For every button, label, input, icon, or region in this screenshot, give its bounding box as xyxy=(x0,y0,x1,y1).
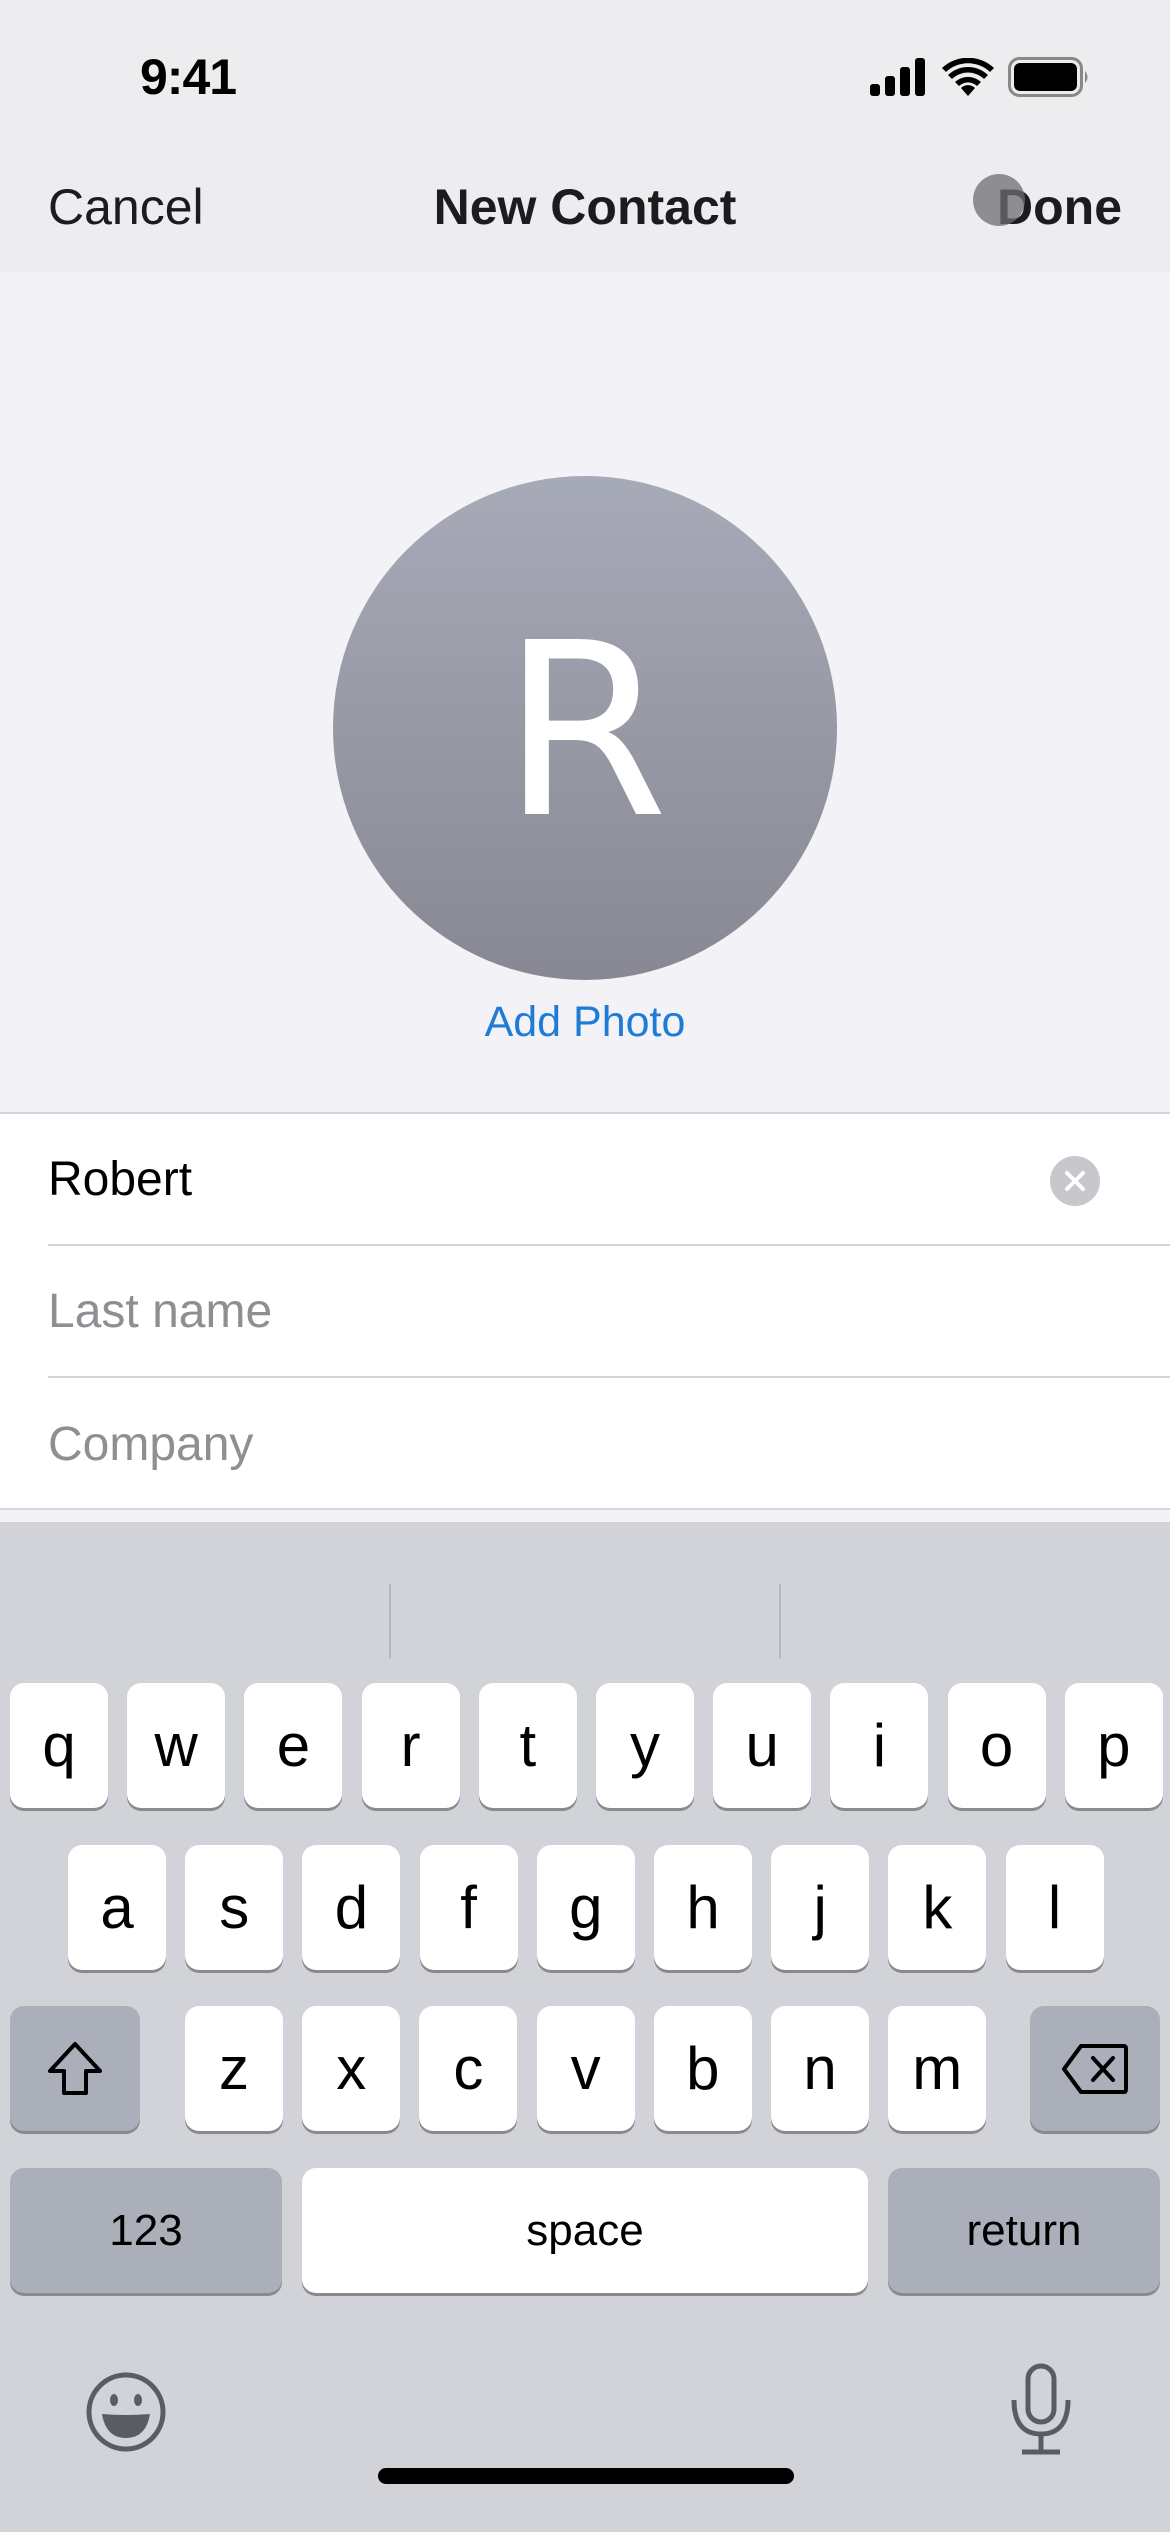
space-key[interactable]: space xyxy=(302,2168,868,2293)
key[interactable]: f xyxy=(419,1845,518,1970)
status-icons xyxy=(870,56,1090,98)
navigation-header: 9:41 Cancel New Contact Done xyxy=(0,0,1170,272)
key[interactable]: m xyxy=(888,2006,987,2131)
avatar[interactable]: R xyxy=(333,476,837,980)
key[interactable]: g xyxy=(536,1845,635,1970)
key[interactable]: o xyxy=(947,1683,1046,1808)
key[interactable]: q xyxy=(10,1683,108,1808)
cancel-button[interactable]: Cancel xyxy=(48,178,204,236)
company-row xyxy=(48,1378,1170,1510)
key[interactable]: z xyxy=(185,2006,283,2131)
emoji-icon[interactable] xyxy=(84,2370,168,2454)
home-indicator xyxy=(378,2468,794,2484)
first-name-field[interactable] xyxy=(48,1151,1028,1207)
status-time: 9:41 xyxy=(140,49,237,105)
key[interactable]: l xyxy=(1005,1845,1104,1970)
key[interactable]: u xyxy=(713,1683,812,1808)
wifi-icon xyxy=(942,58,994,96)
shift-icon xyxy=(48,2041,102,2095)
touch-indicator xyxy=(973,174,1025,226)
suggestion-divider xyxy=(389,1584,391,1658)
key[interactable]: j xyxy=(771,1845,870,1970)
key[interactable]: d xyxy=(302,1845,401,1970)
suggestion-divider xyxy=(779,1584,781,1658)
clear-icon xyxy=(1065,1171,1085,1191)
avatar-initial: R xyxy=(501,591,669,871)
key[interactable]: n xyxy=(771,2006,869,2131)
contact-form xyxy=(0,1112,1170,1510)
shift-key[interactable] xyxy=(10,2006,140,2131)
key[interactable]: b xyxy=(653,2006,752,2131)
key[interactable]: t xyxy=(478,1683,577,1808)
key[interactable]: i xyxy=(830,1683,929,1808)
backspace-icon xyxy=(1062,2043,1128,2094)
key[interactable]: r xyxy=(361,1683,460,1808)
battery-icon xyxy=(1008,57,1088,97)
return-key[interactable]: return xyxy=(888,2168,1160,2293)
first-name-row xyxy=(48,1114,1170,1246)
key[interactable]: h xyxy=(654,1845,752,1970)
key[interactable]: x xyxy=(302,2006,401,2131)
key[interactable]: p xyxy=(1064,1683,1163,1808)
key[interactable]: k xyxy=(888,1845,987,1970)
microphone-icon[interactable] xyxy=(1008,2362,1074,2458)
delete-key[interactable] xyxy=(1030,2006,1160,2131)
key[interactable]: a xyxy=(68,1845,166,1970)
add-photo-button[interactable]: Add Photo xyxy=(0,998,1170,1047)
key[interactable]: s xyxy=(185,1845,284,1970)
last-name-field[interactable] xyxy=(48,1283,1028,1339)
last-name-row xyxy=(48,1246,1170,1378)
cellular-signal-icon xyxy=(870,58,925,96)
keyboard: qwertyuiop asdfghjkl zxcvbnm 123 space r… xyxy=(0,1522,1170,2532)
numbers-key[interactable]: 123 xyxy=(10,2168,282,2293)
clear-text-button[interactable] xyxy=(1050,1156,1100,1206)
key[interactable]: c xyxy=(419,2006,518,2131)
company-field[interactable] xyxy=(48,1416,1028,1472)
key[interactable]: w xyxy=(127,1683,226,1808)
key[interactable]: e xyxy=(244,1683,343,1808)
key[interactable]: y xyxy=(596,1683,694,1808)
key[interactable]: v xyxy=(536,2006,635,2131)
